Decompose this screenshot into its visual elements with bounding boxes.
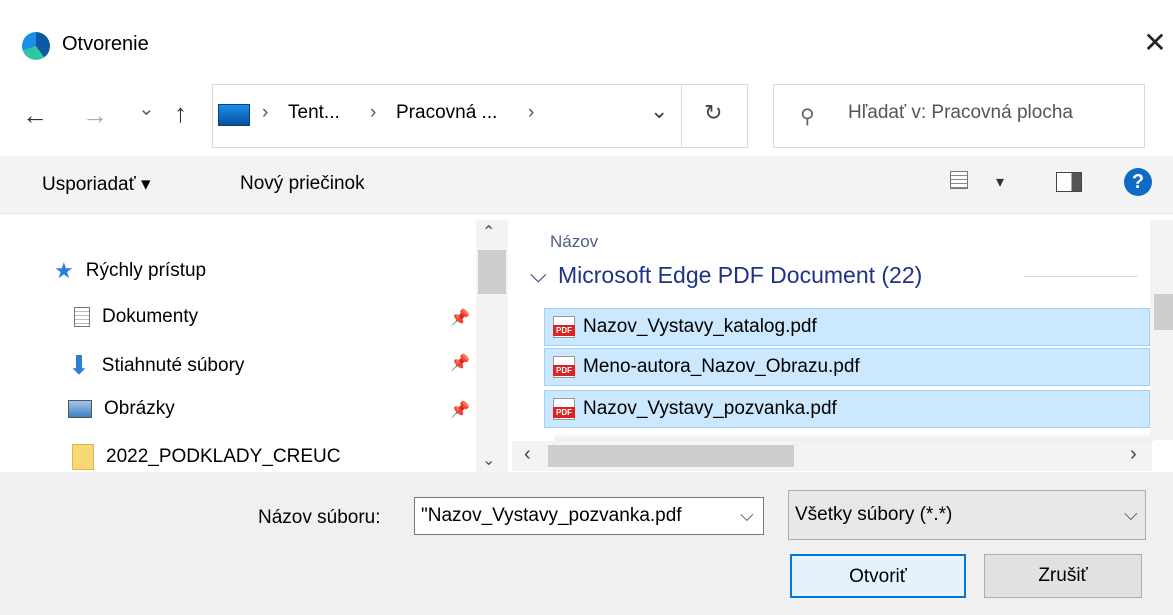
pdf-file-icon xyxy=(553,316,575,338)
help-icon[interactable]: ? xyxy=(1124,168,1152,196)
pin-icon[interactable]: 📌 xyxy=(450,308,470,328)
organize-button[interactable]: Usporiadať ▾ xyxy=(42,173,151,196)
forward-button[interactable]: → xyxy=(82,100,108,131)
breadcrumb-sep: › xyxy=(262,102,269,123)
chevron-down-icon: ⌄ xyxy=(650,98,669,123)
open-button[interactable]: Otvoriť xyxy=(790,554,966,598)
tree-item-label: Obrázky xyxy=(104,398,175,419)
tree-item-folder[interactable]: 2022_PODKLADY_CREUC xyxy=(72,444,340,470)
tree-item-label: Rýchly prístup xyxy=(85,260,207,281)
star-icon: ★ xyxy=(54,258,74,283)
scroll-left-icon[interactable]: ‹ xyxy=(524,443,531,466)
file-row[interactable]: Nazov_Vystavy_pozvanka.pdf xyxy=(544,390,1150,428)
breadcrumb-this-pc[interactable]: Tent... xyxy=(288,102,340,124)
desktop-icon xyxy=(218,104,250,126)
up-button[interactable]: ↑ xyxy=(174,98,187,129)
preview-pane-icon[interactable] xyxy=(1056,172,1082,192)
download-icon: ⬇ xyxy=(68,350,90,380)
pictures-icon xyxy=(68,400,92,418)
tree-item-downloads[interactable]: ⬇ Stiahnuté súbory xyxy=(68,350,244,381)
breadcrumb-sep: › xyxy=(528,102,535,123)
file-name: Nazov_Vystavy_katalog.pdf xyxy=(583,316,817,337)
group-divider xyxy=(1024,276,1138,277)
edge-app-icon xyxy=(22,32,50,60)
pin-icon[interactable]: 📌 xyxy=(450,400,470,420)
folder-icon xyxy=(72,444,94,470)
title-bar xyxy=(0,0,1173,88)
right-scrollbar[interactable] xyxy=(1150,220,1173,440)
navigation-pane xyxy=(0,214,508,472)
search-placeholder: Hľadať v: Pracovná plocha xyxy=(848,102,1073,123)
tree-item-label: 2022_PODKLADY_CREUC xyxy=(106,446,341,467)
scrollbar-thumb[interactable] xyxy=(478,250,506,294)
pin-icon[interactable]: 📌 xyxy=(450,353,470,373)
file-name: Nazov_Vystavy_pozvanka.pdf xyxy=(583,398,837,419)
view-options-arrow[interactable]: ▾ xyxy=(996,172,1004,192)
group-header[interactable]: Microsoft Edge PDF Document (22) xyxy=(558,262,922,289)
document-icon xyxy=(74,307,90,327)
window-title: Otvorenie xyxy=(62,33,149,55)
filetype-select[interactable]: Všetky súbory (*.*) xyxy=(788,490,1146,540)
recent-locations-button[interactable]: ⌄ xyxy=(138,96,155,121)
group-collapse-icon[interactable]: ⌵ xyxy=(530,262,547,288)
file-name: Meno-autora_Nazov_Obrazu.pdf xyxy=(583,356,860,377)
file-row[interactable]: Nazov_Vystavy_katalog.pdf xyxy=(544,308,1150,346)
close-button[interactable]: ✕ xyxy=(1140,28,1170,58)
refresh-icon: ↻ xyxy=(704,100,723,125)
filename-input[interactable]: "Nazov_Vystavy_pozvanka.pdf xyxy=(414,497,764,535)
back-button[interactable]: ← xyxy=(22,100,48,131)
scroll-up-icon[interactable]: ⌃ xyxy=(482,222,495,242)
filetype-value: Všetky súbory (*.*) xyxy=(795,504,953,525)
column-header-name[interactable]: Názov xyxy=(550,232,598,252)
tree-item-label: Stiahnuté súbory xyxy=(101,354,245,376)
filename-label: Názov súboru: xyxy=(258,507,381,528)
scrollbar-thumb[interactable] xyxy=(1154,294,1173,330)
pdf-file-icon xyxy=(553,356,575,378)
scroll-right-icon[interactable]: › xyxy=(1130,443,1137,466)
filetype-dropdown-icon[interactable]: ⌵ xyxy=(1124,504,1138,525)
horizontal-scrollbar[interactable] xyxy=(512,441,1152,471)
view-options-icon[interactable] xyxy=(950,171,968,189)
filename-value: "Nazov_Vystavy_pozvanka.pdf xyxy=(421,505,682,526)
partial-file-row[interactable] xyxy=(554,432,1154,441)
search-icon: ⚲ xyxy=(800,106,815,128)
pdf-file-icon xyxy=(553,398,575,420)
file-row[interactable]: Meno-autora_Nazov_Obrazu.pdf xyxy=(544,348,1150,386)
tree-item-quick-access[interactable]: ★ Rýchly prístup xyxy=(54,258,206,284)
cancel-button[interactable]: Zrušiť xyxy=(984,554,1142,598)
tree-item-pictures[interactable]: Obrázky xyxy=(68,398,175,420)
scrollbar-thumb[interactable] xyxy=(548,445,794,467)
new-folder-button[interactable]: Nový priečinok xyxy=(240,173,365,195)
scroll-down-icon[interactable]: ⌄ xyxy=(482,450,495,470)
breadcrumb-sep: › xyxy=(370,102,377,123)
filename-dropdown-icon[interactable]: ⌵ xyxy=(740,505,754,526)
tree-item-label: Dokumenty xyxy=(102,306,199,327)
left-scrollbar[interactable] xyxy=(476,220,508,472)
breadcrumb-desktop[interactable]: Pracovná ... xyxy=(396,102,497,124)
tree-item-documents[interactable]: Dokumenty xyxy=(74,306,198,328)
